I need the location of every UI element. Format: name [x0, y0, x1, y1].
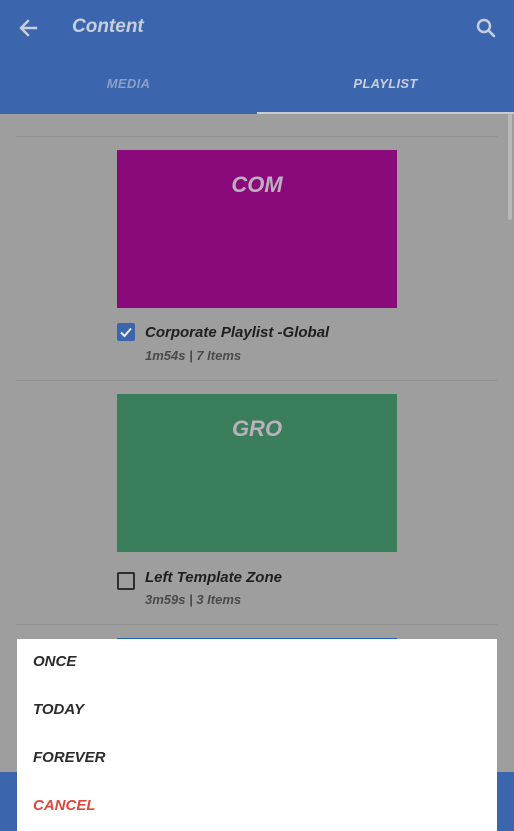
playlist-thumbnail[interactable]: COM — [117, 150, 397, 308]
back-button[interactable] — [14, 14, 42, 42]
playlist-title[interactable]: Corporate Playlist -Global — [145, 324, 329, 341]
scrollbar[interactable] — [508, 114, 512, 220]
app-bar: Content MEDIA PLAYLIST — [0, 0, 514, 114]
menu-item-forever[interactable]: FOREVER — [17, 735, 497, 783]
playlist-thumbnail[interactable]: GRO — [117, 394, 397, 552]
tab-bar: MEDIA PLAYLIST — [0, 56, 514, 114]
thumbnail-label: COM — [231, 172, 283, 197]
playlist-title[interactable]: Left Template Zone — [145, 569, 282, 586]
search-icon — [476, 18, 496, 38]
divider — [16, 380, 497, 381]
playlist-checkbox[interactable] — [117, 323, 135, 341]
back-arrow-icon — [19, 19, 38, 37]
playlist-meta: 3m59s | 3 Items — [145, 592, 242, 607]
divider — [16, 136, 497, 137]
app: Content MEDIA PLAYLIST COM Corporate Pla… — [0, 0, 514, 831]
playlist-meta: 1m54s | 7 Items — [145, 348, 242, 363]
tab-playlist[interactable]: PLAYLIST — [257, 56, 514, 112]
tab-media[interactable]: MEDIA — [0, 56, 257, 112]
menu-item-today[interactable]: TODAY — [17, 687, 497, 735]
playlist-checkbox[interactable] — [117, 572, 135, 590]
divider — [16, 624, 497, 625]
menu-item-once[interactable]: ONCE — [17, 639, 497, 687]
checkmark-icon — [120, 327, 132, 338]
page-title: Content — [72, 16, 144, 37]
thumbnail-label: GRO — [231, 416, 283, 441]
search-button[interactable] — [472, 14, 500, 42]
cancel-button[interactable]: CANCEL — [17, 783, 497, 831]
schedule-menu: ONCE TODAY FOREVER CANCEL — [17, 639, 497, 831]
